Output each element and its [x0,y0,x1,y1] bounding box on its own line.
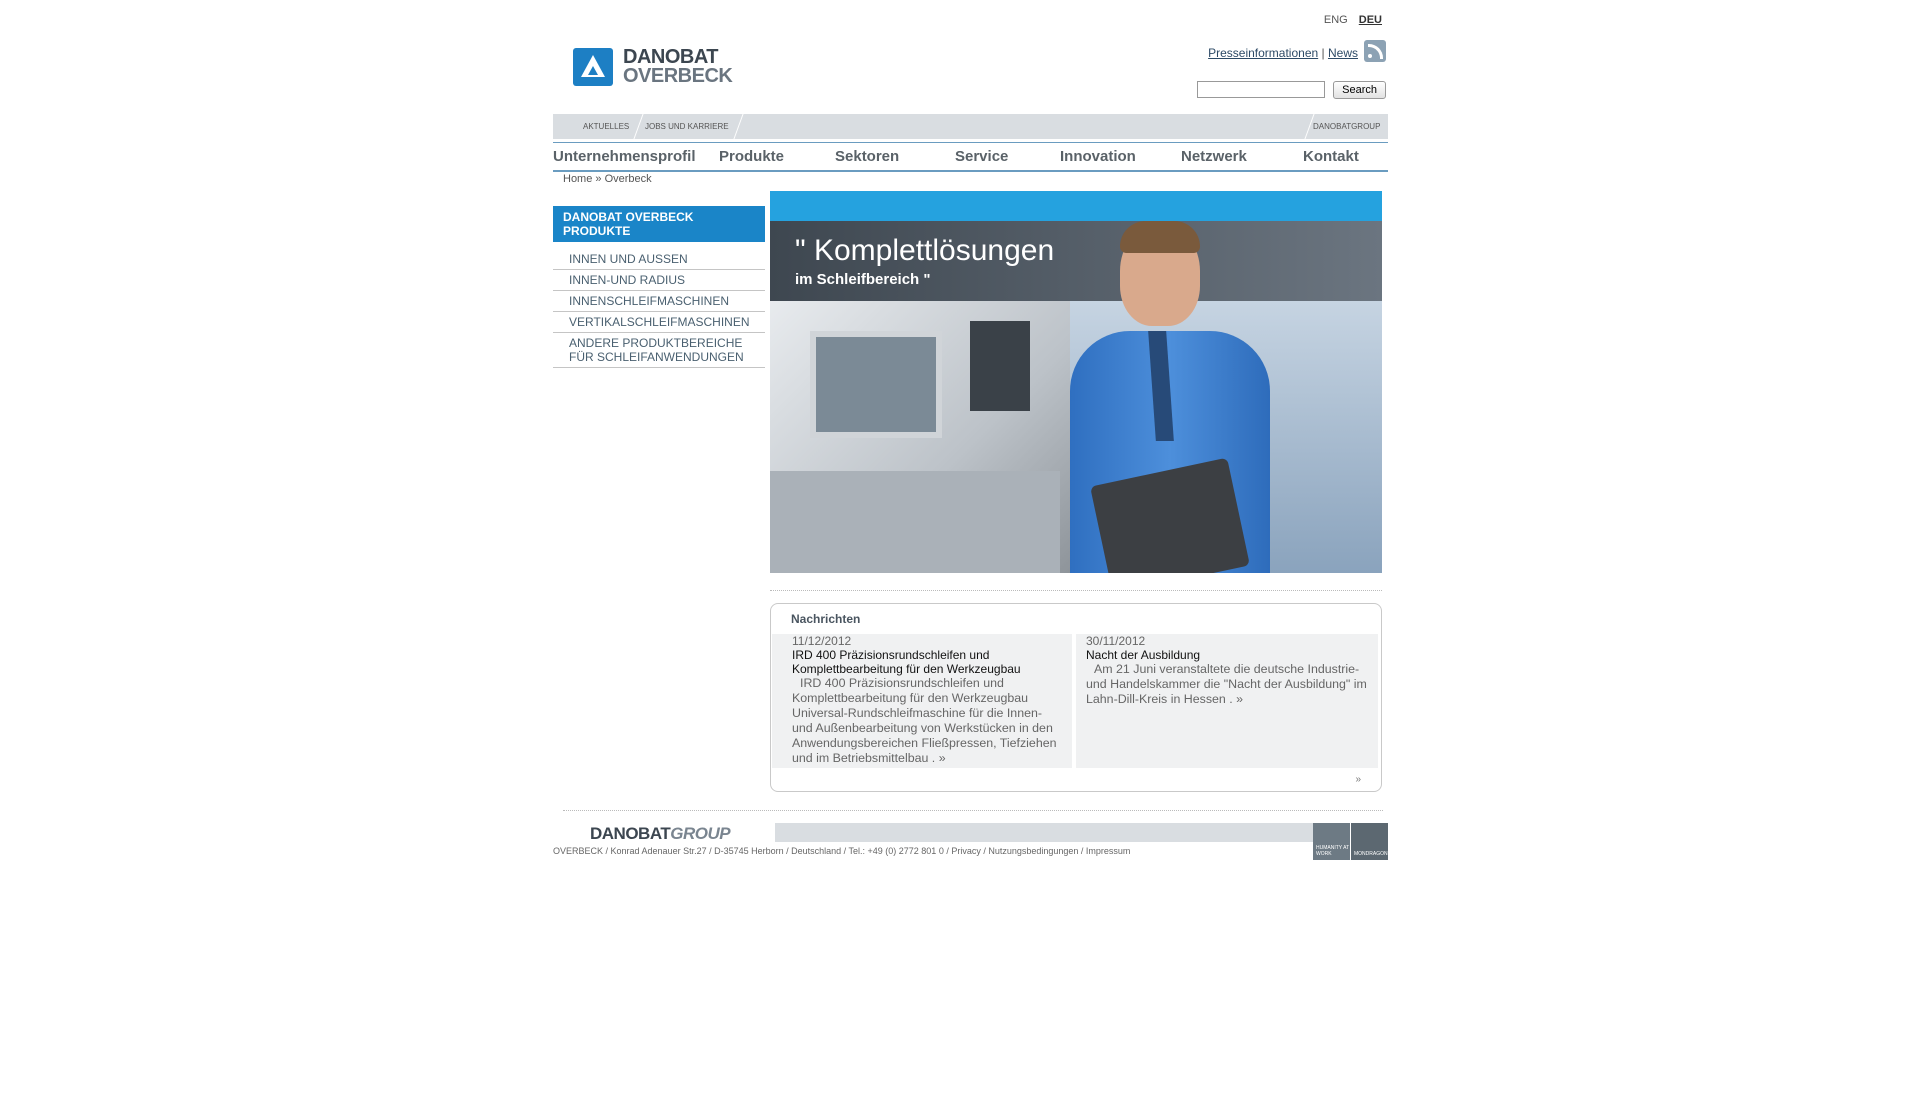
news-header: Nachrichten [791,612,861,626]
news-link[interactable]: News [1328,46,1358,60]
sidebar-item-andere-produktbereiche[interactable]: ANDERE PRODUKTBEREICHE FÜR SCHLEIFANWEND… [553,333,765,368]
search-form: Search [1197,81,1386,99]
subnav-divider [733,114,744,139]
logo-text: DANOBAT OVERBECK [623,47,733,87]
hero-top-strip [770,191,1382,221]
nav-kontakt[interactable]: Kontakt [1303,148,1359,165]
nav-service[interactable]: Service [955,148,1008,165]
breadcrumb[interactable]: Home » Overbeck [563,173,652,185]
news-more-link[interactable]: » [1355,774,1361,785]
danobat-overbeck-logo[interactable]: DANOBAT OVERBECK [573,47,733,87]
nav-innovation[interactable]: Innovation [1060,148,1136,165]
subnav-jobs[interactable]: JOBS UND KARRIERE [645,122,729,131]
top-links: Presseinformationen | News [1208,46,1358,60]
secondary-nav-bar: AKTUELLES JOBS UND KARRIERE DANOBATGROUP [553,114,1388,139]
sidebar-item-innen-und-aussen[interactable]: INNEN UND AUSSEN [553,249,765,270]
product-sidebar: DANOBAT OVERBECK PRODUKTE INNEN UND AUSS… [553,206,765,368]
mondragon-text: MONDRAGON [1354,851,1388,857]
grinding-machine-image [770,301,1070,573]
sidebar-item-innen-und-radius[interactable]: INNEN-UND RADIUS [553,270,765,291]
lang-eng-link[interactable]: ENG [1324,14,1348,26]
news-title[interactable]: Nacht der Ausbildung [1086,648,1368,662]
nav-produkte[interactable]: Produkte [719,148,784,165]
hero-subline: im Schleifbereich " [795,271,931,288]
danobatgroup-logo[interactable]: DANOBATGROUP [590,824,731,844]
news-item[interactable]: 30/11/2012 Nacht der Ausbildung Am 21 Ju… [1076,634,1378,768]
sidebar-item-innenschleifmaschinen[interactable]: INNENSCHLEIFMASCHINEN [553,291,765,312]
language-switcher: ENG DEU [1316,14,1382,26]
news-text[interactable]: Am 21 Juni veranstaltete die deutsche In… [1086,662,1368,707]
top-links-separator: | [1321,46,1325,60]
footer-logo-sub: GROUP [670,824,731,843]
humanity-at-work-text: HUMANITY AT WORK [1316,845,1350,857]
sidebar-item-vertikalschleifmaschinen[interactable]: VERTIKALSCHLEIFMASCHINEN [553,312,765,333]
footer-divider [563,810,1383,811]
nav-unternehmensprofil[interactable]: Unternehmensprofil [553,148,696,165]
news-text[interactable]: IRD 400 Präzisionsrundschleifen und Komp… [792,676,1062,766]
search-input[interactable] [1197,81,1326,98]
news-date: 30/11/2012 [1086,634,1146,648]
subnav-aktuelles[interactable]: AKTUELLES [583,122,629,131]
machine-control-panel [970,321,1030,411]
machine-base [770,471,1060,573]
logo-icon [573,48,613,86]
footer-address[interactable]: OVERBECK / Konrad Adenauer Str.27 / D-35… [553,846,1130,856]
main-nav: Unternehmensprofil Produkte Sektoren Ser… [553,142,1388,172]
hero-banner: " Komplettlösungen im Schleifbereich " [770,191,1382,573]
lang-deu-link[interactable]: DEU [1359,14,1382,26]
sidebar-title[interactable]: DANOBAT OVERBECK PRODUKTE [553,206,765,242]
news-title[interactable]: IRD 400 Präzisionsrundschleifen und Komp… [792,648,1062,676]
mondragon-logo[interactable]: MONDRAGON [1351,823,1388,860]
footer-logo-main: DANOBAT [590,824,671,843]
subnav-danobatgroup[interactable]: DANOBATGROUP [1313,122,1380,131]
logo-line2: OVERBECK [623,65,733,87]
rss-icon[interactable] [1364,40,1386,62]
search-button[interactable]: Search [1333,81,1386,99]
nav-sektoren[interactable]: Sektoren [835,148,899,165]
news-box: Nachrichten 11/12/2012 IRD 400 Präzision… [770,603,1382,792]
nav-netzwerk[interactable]: Netzwerk [1181,148,1247,165]
humanity-at-work-logo[interactable]: HUMANITY AT WORK [1313,823,1350,860]
news-item[interactable]: 11/12/2012 IRD 400 Präzisionsrundschleif… [772,634,1072,768]
hero-headline: " Komplettlösungen [795,234,1055,267]
press-link[interactable]: Presseinformationen [1208,46,1318,60]
subnav-divider [633,114,644,139]
news-date: 11/12/2012 [792,634,852,648]
footer-bar [775,823,1316,842]
page: ENG DEU DANOBAT OVERBECK Presseinformati… [553,0,1388,870]
machine-window [810,331,942,438]
dotted-divider [770,590,1382,591]
person-hair [1120,221,1200,253]
